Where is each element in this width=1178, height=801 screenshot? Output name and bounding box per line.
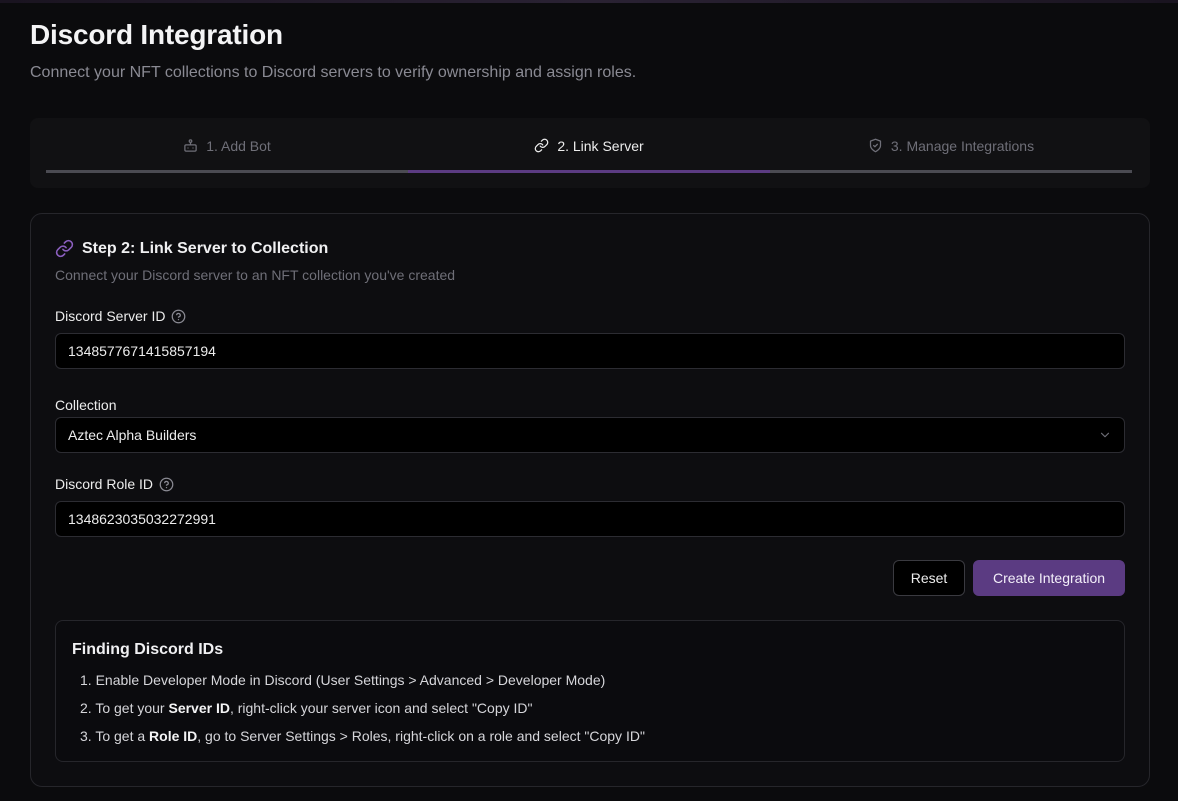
tab-indicator: [770, 170, 1132, 173]
step-text: , go to Server Settings > Roles, right-c…: [197, 728, 645, 744]
step-text: Enable Developer Mode in Discord (User S…: [95, 672, 606, 688]
reset-button[interactable]: Reset: [893, 560, 965, 596]
server-id-input[interactable]: [55, 333, 1125, 369]
finding-ids-help-box: Finding Discord IDs 1. Enable Developer …: [55, 620, 1125, 762]
card-description: Connect your Discord server to an NFT co…: [55, 267, 456, 283]
top-gradient-bar: [0, 0, 1178, 3]
tab-manage-integrations[interactable]: 3. Manage Integrations: [770, 118, 1132, 173]
tab-indicator-active: [408, 170, 770, 173]
help-step: 1. Enable Developer Mode in Discord (Use…: [80, 671, 645, 699]
step-number: 1.: [80, 672, 92, 688]
card-title: Step 2: Link Server to Collection: [55, 239, 328, 258]
role-id-input[interactable]: [55, 501, 1125, 537]
tab-label: 2. Link Server: [557, 137, 644, 154]
help-steps-list: 1. Enable Developer Mode in Discord (Use…: [80, 671, 645, 755]
link-icon: [55, 239, 74, 258]
help-title: Finding Discord IDs: [72, 641, 224, 658]
help-step: 2. To get your Server ID, right-click yo…: [80, 699, 645, 727]
collection-selected-value: Aztec Alpha Builders: [68, 427, 197, 443]
role-id-label-text: Discord Role ID: [55, 476, 154, 492]
tab-link-server[interactable]: 2. Link Server: [408, 118, 770, 173]
card-title-text: Step 2: Link Server to Collection: [82, 239, 329, 257]
page-subtitle: Connect your NFT collections to Discord …: [30, 64, 637, 81]
step-number: 2.: [80, 700, 92, 716]
bot-icon: [184, 139, 197, 152]
help-circle-icon[interactable]: [171, 309, 186, 324]
role-id-label: Discord Role ID: [55, 476, 174, 492]
chevron-down-icon: [1100, 432, 1110, 438]
step-text: , right-click your server icon and selec…: [229, 700, 533, 716]
page-title: Discord Integration: [30, 19, 283, 50]
link-icon: [534, 138, 549, 153]
tab-label: 3. Manage Integrations: [890, 137, 1035, 154]
step-bold-text: Role ID: [149, 728, 198, 744]
help-step: 3. To get a Role ID, go to Server Settin…: [80, 727, 645, 755]
create-integration-button[interactable]: Create Integration: [973, 560, 1125, 596]
collection-label: Collection: [55, 397, 117, 413]
collection-select[interactable]: Aztec Alpha Builders: [55, 417, 1125, 453]
tab-label: 1. Add Bot: [206, 137, 271, 154]
link-server-card: Step 2: Link Server to Collection Connec…: [30, 213, 1150, 787]
tab-indicator: [46, 170, 408, 173]
step-text: To get your: [95, 700, 169, 716]
step-text: To get a: [95, 728, 150, 744]
server-id-label-text: Discord Server ID: [55, 308, 166, 324]
tab-add-bot[interactable]: 1. Add Bot: [46, 118, 408, 173]
step-number: 3.: [80, 728, 92, 744]
step-tabs: 1. Add Bot 2. Link Server 3. Manage Inte…: [30, 118, 1150, 188]
shield-check-icon: [869, 138, 882, 153]
server-id-label: Discord Server ID: [55, 308, 186, 324]
step-bold-text: Server ID: [168, 700, 230, 716]
help-circle-icon[interactable]: [159, 477, 174, 492]
